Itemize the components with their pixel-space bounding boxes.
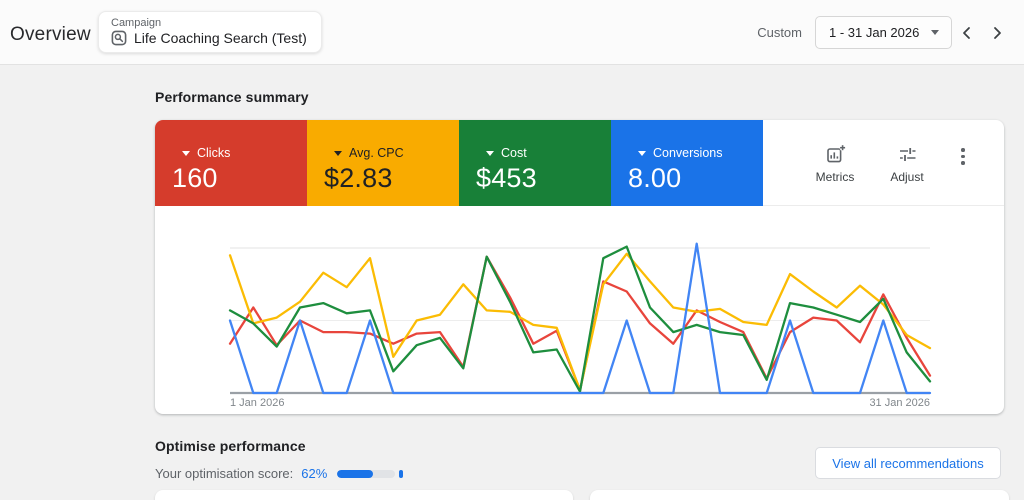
metric-label: Conversions bbox=[653, 146, 722, 160]
top-bar: Overview Campaign Life Coaching Search (… bbox=[0, 0, 1024, 65]
caret-down-icon bbox=[182, 151, 190, 156]
caret-down-icon bbox=[638, 151, 646, 156]
google-ads-overview-screen: Overview Campaign Life Coaching Search (… bbox=[0, 0, 1024, 498]
page-title: Overview bbox=[10, 24, 91, 46]
campaign-selector[interactable]: Campaign Life Coaching Search (Test) bbox=[98, 11, 322, 53]
optimisation-score-value: 62% bbox=[301, 466, 327, 481]
date-range-value: 1 - 31 Jan 2026 bbox=[829, 25, 919, 40]
kebab-menu-icon bbox=[961, 148, 965, 152]
x-axis-start-label: 1 Jan 2026 bbox=[230, 397, 284, 409]
campaign-name: Life Coaching Search (Test) bbox=[134, 30, 307, 46]
recommendation-card bbox=[590, 490, 1009, 500]
adjust-button[interactable]: Adjust bbox=[876, 144, 938, 184]
optimisation-score-bar bbox=[337, 470, 395, 478]
performance-chart bbox=[230, 240, 930, 400]
caret-down-icon bbox=[334, 151, 342, 156]
caret-down-icon bbox=[486, 151, 494, 156]
performance-chart-area: 1 Jan 2026 31 Jan 2026 bbox=[230, 180, 930, 400]
chevron-right-icon bbox=[989, 25, 1005, 41]
date-range-button[interactable]: 1 - 31 Jan 2026 bbox=[815, 16, 952, 49]
metrics-button[interactable]: Metrics bbox=[804, 144, 866, 184]
previous-period-button[interactable] bbox=[952, 16, 982, 50]
performance-summary-title: Performance summary bbox=[155, 89, 309, 105]
metric-label: Cost bbox=[501, 146, 527, 160]
optimisation-score-max-marker bbox=[399, 470, 403, 478]
metric-label: Clicks bbox=[197, 146, 230, 160]
optimise-performance-title: Optimise performance bbox=[155, 438, 306, 454]
x-axis-end-label: 31 Jan 2026 bbox=[869, 397, 930, 409]
more-options-button[interactable] bbox=[950, 148, 976, 165]
optimisation-score-label: Your optimisation score: bbox=[155, 466, 293, 481]
campaign-selector-label: Campaign bbox=[111, 17, 307, 29]
caret-down-icon bbox=[931, 30, 939, 35]
optimisation-score-row: Your optimisation score: 62% bbox=[155, 466, 403, 481]
metric-label: Avg. CPC bbox=[349, 146, 404, 160]
add-chart-icon bbox=[825, 144, 846, 165]
date-controls: Custom 1 - 31 Jan 2026 bbox=[757, 0, 1012, 65]
chart-line-avg-cpc bbox=[230, 254, 930, 390]
performance-summary-card: Clicks 160 Avg. CPC $2.83 Cost $453 Conv… bbox=[155, 120, 1004, 414]
date-mode-label: Custom bbox=[757, 25, 802, 40]
next-period-button[interactable] bbox=[982, 16, 1012, 50]
optimisation-score-fill bbox=[337, 470, 373, 478]
search-in-box-icon bbox=[111, 30, 127, 46]
view-all-recommendations-button[interactable]: View all recommendations bbox=[815, 447, 1001, 479]
tune-sliders-icon bbox=[897, 144, 918, 165]
recommendation-card bbox=[155, 490, 573, 500]
chart-line-clicks bbox=[230, 257, 930, 390]
chevron-left-icon bbox=[959, 25, 975, 41]
